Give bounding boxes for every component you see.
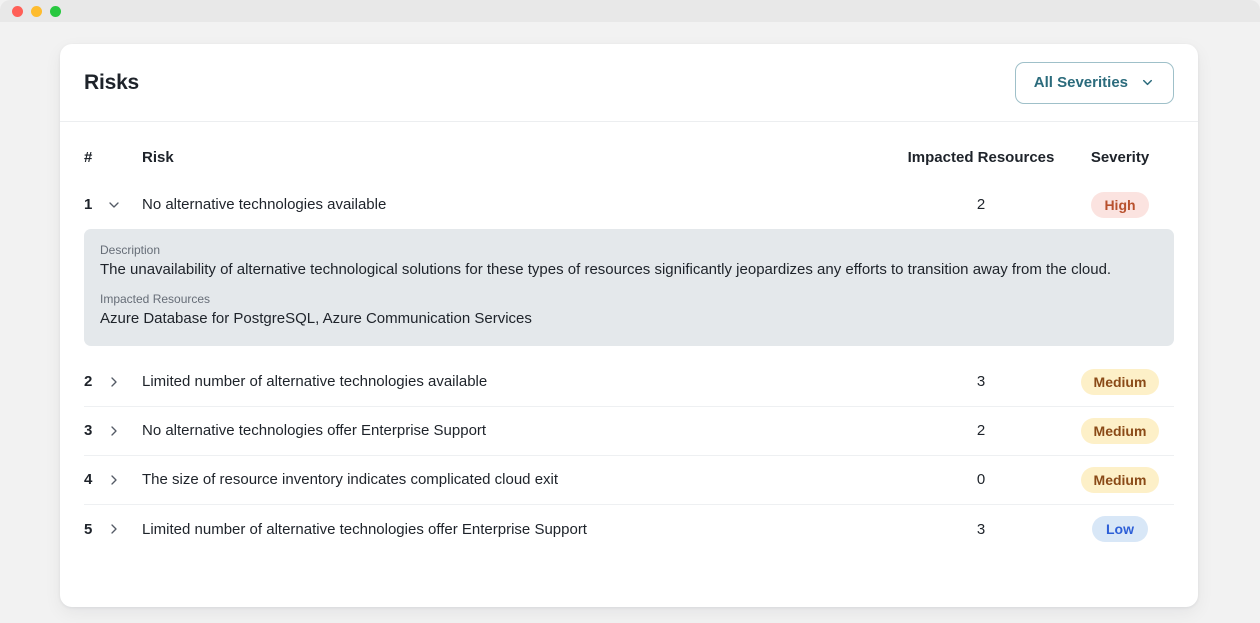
detail-description-text: The unavailability of alternative techno… — [100, 261, 1112, 278]
risk-title: The size of resource inventory indicates… — [142, 471, 559, 488]
risk-detail-panel: Description The unavailability of altern… — [84, 229, 1174, 346]
detail-impacted-text: Azure Database for PostgreSQL, Azure Com… — [100, 310, 532, 328]
chevron-right-icon[interactable] — [106, 472, 142, 488]
severity-filter-dropdown[interactable]: All Severities — [1014, 61, 1174, 104]
chevron-right-icon[interactable] — [106, 423, 142, 439]
status-badge: Medium — [1080, 368, 1160, 395]
impacted-resources-count: 2 — [976, 422, 986, 439]
page-title: Risks — [84, 70, 140, 94]
chevron-down-icon[interactable] — [106, 197, 142, 213]
column-header-severity: Severity — [1090, 148, 1150, 166]
status-badge: Low — [1092, 516, 1148, 542]
row-number: 4 — [84, 471, 93, 488]
chevron-right-icon[interactable] — [106, 521, 142, 537]
impacted-resources-count: 3 — [976, 373, 986, 390]
severity-cell: Medium — [1066, 417, 1174, 444]
chevron-down-icon — [1140, 75, 1155, 90]
column-header-number: # — [84, 148, 93, 166]
row-number: 3 — [84, 422, 93, 439]
table-row[interactable]: 2 Limited number of alternative technolo… — [84, 358, 1174, 407]
row-number: 1 — [84, 196, 93, 213]
card-header: Risks All Severities — [60, 44, 1198, 122]
page-surface: Risks All Severities # Risk Impacted Res… — [0, 22, 1260, 623]
risk-title: No alternative technologies offer Enterp… — [142, 422, 487, 439]
table-header-row: # Risk Impacted Resources Severity — [84, 134, 1174, 180]
risks-card: Risks All Severities # Risk Impacted Res… — [60, 44, 1198, 607]
minimize-button[interactable] — [31, 5, 42, 17]
severity-cell: Medium — [1066, 368, 1174, 395]
table-row[interactable]: 3 No alternative technologies offer Ente… — [84, 407, 1174, 456]
detail-description-label: Description — [100, 243, 161, 257]
status-badge: Medium — [1080, 466, 1160, 493]
status-badge: Medium — [1080, 417, 1160, 444]
row-number: 5 — [84, 520, 93, 538]
impacted-resources-count: 0 — [976, 471, 986, 488]
close-button[interactable] — [12, 5, 23, 17]
risk-title: Limited number of alternative technologi… — [142, 520, 587, 538]
severity-cell: Low — [1066, 516, 1174, 542]
risk-title: Limited number of alternative technologi… — [142, 373, 488, 390]
column-header-risk: Risk — [142, 148, 174, 166]
risks-table: # Risk Impacted Resources Severity 1 No … — [60, 134, 1198, 554]
severity-cell: Medium — [1066, 466, 1174, 493]
impacted-resources-count: 3 — [976, 520, 986, 538]
risk-title: No alternative technologies available — [142, 196, 387, 213]
status-badge: High — [1091, 191, 1149, 218]
detail-impacted-label: Impacted Resources — [100, 292, 211, 307]
column-header-impacted: Impacted Resources — [907, 148, 1055, 166]
window-title-bar — [0, 0, 1260, 22]
row-number: 2 — [84, 373, 93, 390]
impacted-resources-count: 2 — [976, 196, 986, 213]
table-row[interactable]: 5 Limited number of alternative technolo… — [84, 505, 1174, 554]
severity-filter-label: All Severities — [1033, 74, 1128, 91]
severity-cell: High — [1066, 191, 1174, 218]
maximize-button[interactable] — [50, 5, 61, 17]
chevron-right-icon[interactable] — [106, 374, 142, 390]
table-row[interactable]: 1 No alternative technologies available … — [84, 180, 1174, 229]
table-row[interactable]: 4 The size of resource inventory indicat… — [84, 456, 1174, 505]
